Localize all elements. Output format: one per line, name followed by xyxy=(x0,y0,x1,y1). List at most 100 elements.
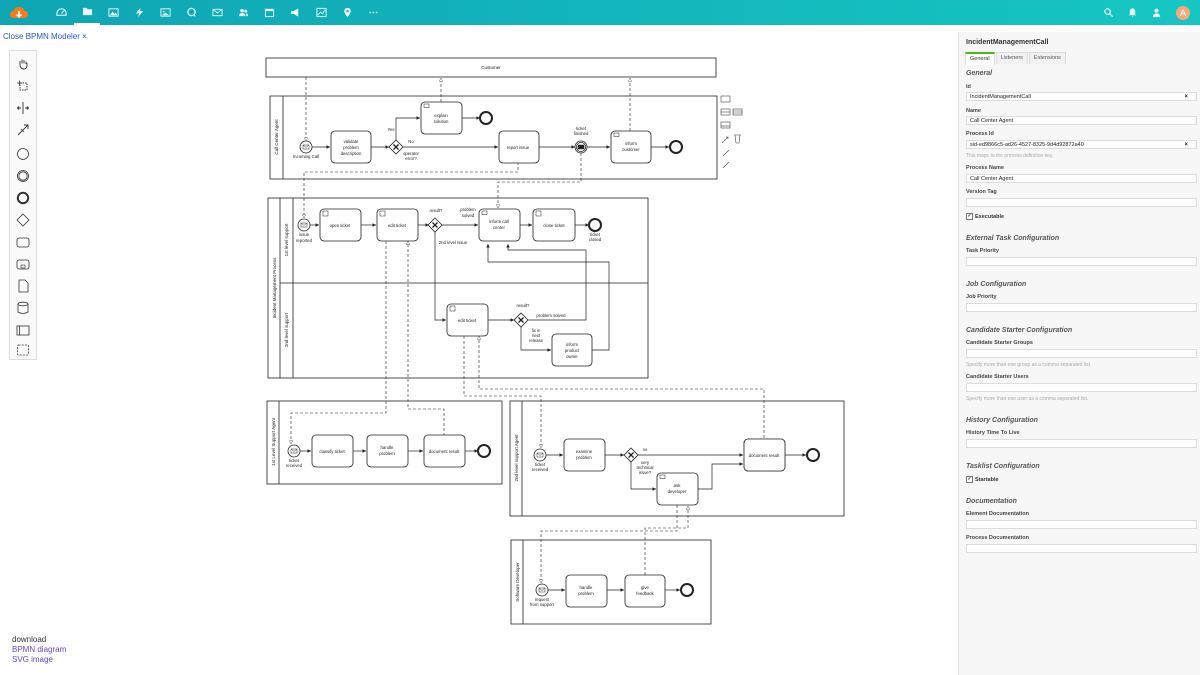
download-bpmn-link[interactable]: BPMN diagram xyxy=(12,645,66,655)
issue-reported-label-2: reported xyxy=(296,238,313,243)
incoming-call-label: Incoming Call xyxy=(293,154,319,159)
problem-solved-label-2: solved xyxy=(462,213,475,218)
end-event[interactable] xyxy=(680,583,694,597)
search-icon[interactable] xyxy=(1096,0,1120,25)
end-event[interactable] xyxy=(806,448,820,462)
element-doc-label: Element Documentation xyxy=(966,511,1029,517)
classify-ticket-label: classify ticket xyxy=(319,449,345,454)
version-tag-field[interactable] xyxy=(966,198,1197,207)
handle-problem-label-1: handle xyxy=(381,445,395,450)
issue-reported-start-event[interactable] xyxy=(297,218,311,232)
result-2-label: result? xyxy=(517,303,531,308)
inform-call-center-label-1: inform call xyxy=(489,219,509,224)
call-center-pool-label: Call Center Agent xyxy=(274,119,279,155)
inform-customer-label-2: customer xyxy=(622,147,640,152)
handle-problem-label-2: problem xyxy=(379,451,395,456)
ask-developer-label-2: developer xyxy=(668,489,687,494)
lane2-label: 2nd level support xyxy=(284,312,289,347)
download-heading: download xyxy=(12,635,47,644)
request-label-2: from support xyxy=(530,602,555,607)
checkmark-icon[interactable]: ✓ xyxy=(966,476,973,483)
problem-solved-label-1: problem xyxy=(460,207,476,212)
tasklist-heading: Tasklist Configuration xyxy=(966,463,1040,470)
name-field[interactable]: Call Center Agent xyxy=(966,116,1197,125)
process-id-label: Process Id xyxy=(966,131,994,137)
result-label: result? xyxy=(430,208,444,213)
ticket-received-start-event[interactable] xyxy=(287,444,301,458)
bell-icon[interactable] xyxy=(1120,0,1144,25)
inform-call-center-label-2: center xyxy=(493,225,506,230)
user-admin-icon[interactable] xyxy=(1144,0,1168,25)
developer-pool-label: Software Developer xyxy=(515,562,520,602)
ticket-received-label-2: received xyxy=(286,463,303,468)
executable-checkbox[interactable]: ✓ Executable xyxy=(966,213,1004,220)
inform-po-label-3: owner xyxy=(566,354,578,359)
validate-label-1: validate xyxy=(344,139,359,144)
incident-pool-label: Incident Management Process xyxy=(272,257,277,319)
candidate-users-label: Candidate Starter Users xyxy=(966,374,1029,380)
examine-problem-label-1: examine xyxy=(576,449,593,454)
inform-po-label-2: product xyxy=(565,348,580,353)
end-event[interactable] xyxy=(669,140,683,154)
request-start-event[interactable] xyxy=(535,583,549,597)
candidate-users-field[interactable] xyxy=(966,383,1197,392)
candidate-groups-field[interactable] xyxy=(966,349,1197,358)
end-event[interactable] xyxy=(479,111,493,125)
edit-ticket-label: edit ticket xyxy=(388,223,407,228)
tab-general[interactable]: General xyxy=(965,52,995,65)
second-level-issue-label: 2nd level issue xyxy=(439,240,468,245)
bpmn-canvas[interactable]: Customer Call Center Agent Incident Mana… xyxy=(0,0,958,675)
no2-label: no xyxy=(643,447,648,452)
version-tag-label: Version Tag xyxy=(966,189,997,195)
document-result-2-label: document result xyxy=(749,453,780,458)
incoming-call-start-event[interactable] xyxy=(299,140,313,154)
customer-pool-label: Customer xyxy=(481,65,501,70)
ask-developer-label-1: ask xyxy=(674,483,682,488)
give-feedback-label-1: give xyxy=(641,585,649,590)
documentation-heading: Documentation xyxy=(966,498,1017,505)
element-doc-field[interactable] xyxy=(966,520,1197,529)
startable-checkbox[interactable]: ✓ Startable xyxy=(966,476,999,483)
context-pad[interactable] xyxy=(720,95,743,169)
process-name-field[interactable]: Call Center Agent xyxy=(966,174,1197,183)
download-section: download BPMN diagram SVG image xyxy=(12,635,66,665)
history-ttl-label: History Time To Live xyxy=(966,430,1020,436)
task-priority-field[interactable] xyxy=(966,257,1197,266)
candidate-users-hint: Specify more than one user as a comma se… xyxy=(966,396,1089,402)
clear-process-id-icon[interactable]: × xyxy=(1184,141,1188,150)
explain-label-1: explain xyxy=(434,113,448,118)
process-id-field[interactable]: sid-ed9866c5-ad26-4527-8325-9d4d92872a40… xyxy=(966,140,1197,149)
process-doc-label: Process Documentation xyxy=(966,535,1029,541)
id-field[interactable]: IncidentManagementCall × xyxy=(966,92,1197,101)
user-avatar[interactable]: A xyxy=(1176,5,1190,20)
checkmark-icon[interactable]: ✓ xyxy=(966,213,973,220)
tab-extensions[interactable]: Extensions xyxy=(1028,52,1066,64)
download-svg-link[interactable]: SVG image xyxy=(12,655,66,665)
history-heading: History Configuration xyxy=(966,417,1038,424)
inform-customer-label-1: inform xyxy=(625,141,637,146)
job-priority-label: Job Priority xyxy=(966,294,997,300)
document-result-label: document result xyxy=(429,449,460,454)
no-label: No xyxy=(408,139,414,144)
candidate-heading: Candidate Starter Configuration xyxy=(966,327,1073,334)
task-priority-label: Task Priority xyxy=(966,248,999,254)
clear-id-icon[interactable]: × xyxy=(1184,93,1188,102)
ticket-received-start-event[interactable] xyxy=(533,448,547,462)
history-ttl-field[interactable] xyxy=(966,439,1197,448)
general-heading: General xyxy=(966,70,993,77)
process-doc-field[interactable] xyxy=(966,544,1197,553)
tab-listeners[interactable]: Listeners xyxy=(995,52,1028,64)
give-feedback-label-2: feedback xyxy=(636,591,654,596)
end-event[interactable] xyxy=(477,444,491,458)
element-title: IncidentManagementCall xyxy=(966,39,1049,46)
ticket-closed-end-event[interactable] xyxy=(588,218,602,232)
ticket-received-2-label-2: received xyxy=(532,467,549,472)
ticket-finished-label-2: finished xyxy=(574,131,589,136)
explain-label-2: solution xyxy=(434,119,449,124)
properties-panel: IncidentManagementCall General Listeners… xyxy=(958,32,1200,675)
handle-problem-dev-label-1: handle xyxy=(580,585,594,590)
job-priority-field[interactable] xyxy=(966,303,1197,312)
explain-solution-task[interactable] xyxy=(420,101,463,135)
problem-solved-2-label: problem solved xyxy=(536,313,566,318)
issue-reported-label-1: issue xyxy=(299,232,310,237)
